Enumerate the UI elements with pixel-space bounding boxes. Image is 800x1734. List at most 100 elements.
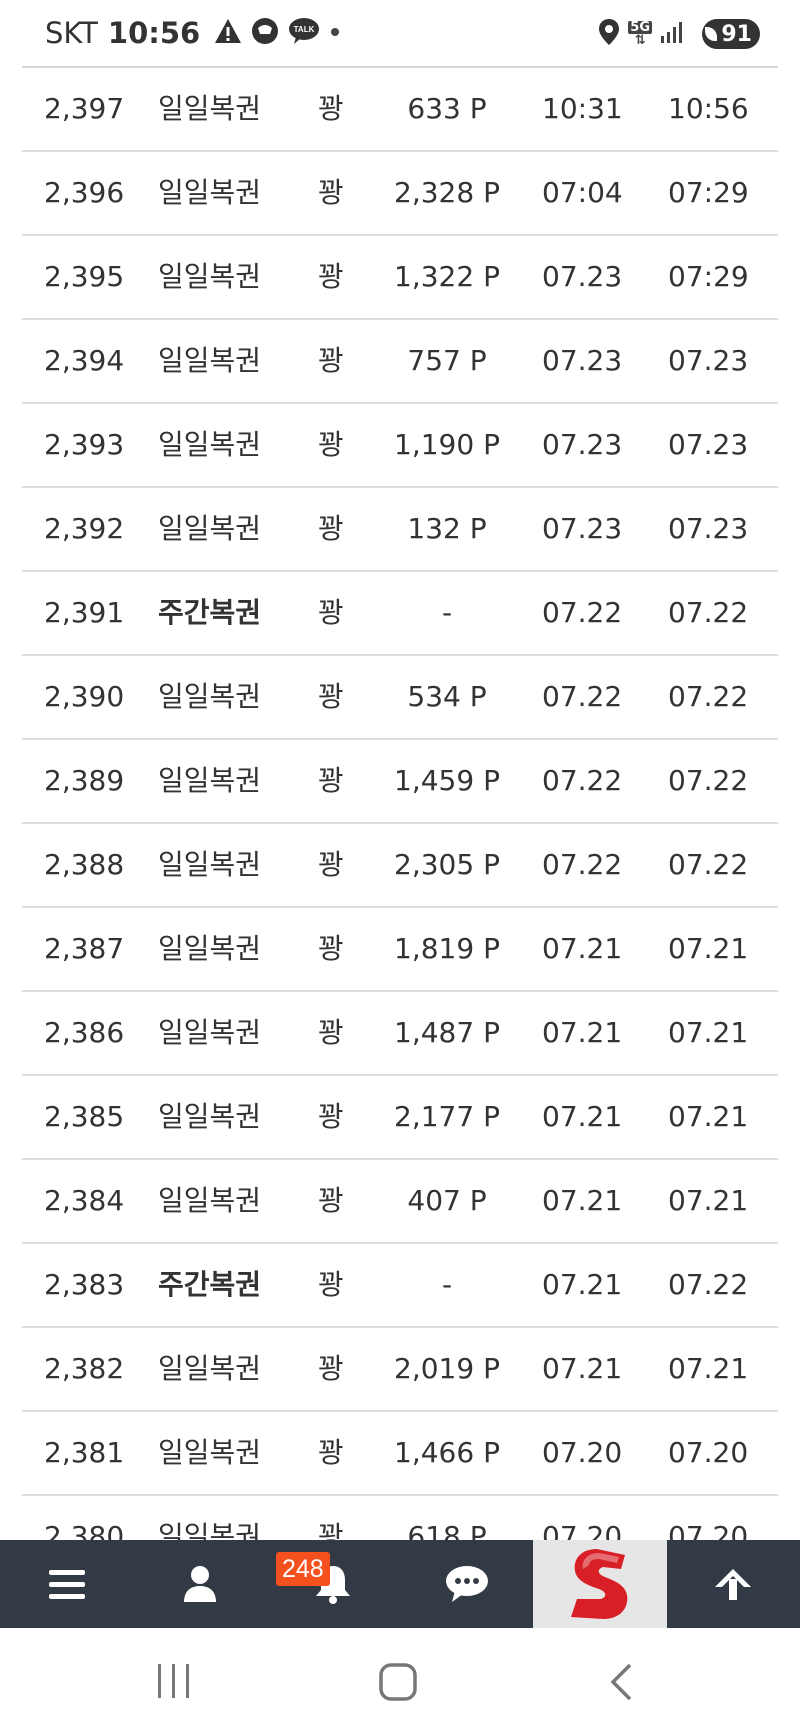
entry-points: 633 P	[407, 92, 487, 125]
clock: 10:56	[107, 16, 201, 50]
list-item[interactable]: 2,394 일일복권 꽝 757 P 07.23 07.23	[22, 320, 778, 404]
site-logo-button[interactable]	[533, 1540, 667, 1628]
entry-end-date: 07.23	[668, 512, 749, 545]
scroll-top-button[interactable]	[667, 1540, 800, 1628]
entry-start-date: 07.23	[542, 428, 623, 461]
list-item[interactable]: 2,384 일일복권 꽝 407 P 07.21 07.21	[22, 1160, 778, 1244]
user-icon	[183, 1566, 216, 1602]
battery-indicator: 91	[702, 19, 760, 49]
entry-number: 2,387	[44, 932, 125, 965]
lottery-result: 꽝	[318, 1184, 344, 1217]
entry-points: 1,466 P	[394, 1436, 500, 1469]
list-item[interactable]: 2,389 일일복권 꽝 1,459 P 07.22 07.22	[22, 740, 778, 824]
back-button[interactable]	[608, 1662, 634, 1706]
menu-button[interactable]	[0, 1540, 133, 1628]
profile-button[interactable]	[133, 1540, 266, 1628]
lottery-type: 주간복권	[158, 596, 262, 629]
entry-start-date: 07.21	[542, 1016, 623, 1049]
lottery-result: 꽝	[318, 1352, 344, 1385]
list-item[interactable]: 2,387 일일복권 꽝 1,819 P 07.21 07.21	[22, 908, 778, 992]
lottery-result: 꽝	[318, 1100, 344, 1133]
entry-end-date: 07.21	[668, 1184, 749, 1217]
lottery-type: 일일복권	[158, 428, 262, 461]
list-item[interactable]: 2,395 일일복권 꽝 1,322 P 07.23 07:29	[22, 236, 778, 320]
entry-points: -	[441, 1268, 453, 1301]
entry-start-date: 07.20	[542, 1520, 623, 1542]
list-item[interactable]: 2,388 일일복권 꽝 2,305 P 07.22 07.22	[22, 824, 778, 908]
carrier-label: SKT	[45, 16, 98, 50]
list-item[interactable]: 2,391 주간복권 꽝 - 07.22 07.22	[22, 572, 778, 656]
entry-start-date: 07.21	[542, 1100, 623, 1133]
menu-icon	[48, 1570, 85, 1599]
entry-start-date: 07.21	[542, 1352, 623, 1385]
entry-end-date: 07.22	[668, 596, 749, 629]
warning-icon	[214, 18, 242, 48]
entry-number: 2,384	[44, 1184, 125, 1217]
list-item[interactable]: 2,386 일일복권 꽝 1,487 P 07.21 07.21	[22, 992, 778, 1076]
list-item[interactable]: 2,396 일일복권 꽝 2,328 P 07:04 07:29	[22, 152, 778, 236]
entry-end-date: 07.21	[668, 932, 749, 965]
entry-end-date: 07:29	[668, 260, 749, 293]
list-item[interactable]: 2,381 일일복권 꽝 1,466 P 07.20 07.20	[22, 1412, 778, 1496]
entry-number: 2,391	[44, 596, 125, 629]
recents-button[interactable]	[156, 1662, 192, 1704]
list-item[interactable]: 2,380 일일복권 꽝 618 P 07.20 07.20	[22, 1496, 778, 1542]
entry-start-date: 07.22	[542, 764, 623, 797]
lottery-result: 꽝	[318, 932, 344, 965]
list-item[interactable]: 2,397 일일복권 꽝 633 P 10:31 10:56	[22, 68, 778, 152]
entry-end-date: 07.23	[668, 428, 749, 461]
entry-end-date: 07.22	[668, 1268, 749, 1301]
entry-end-date: 07.22	[668, 680, 749, 713]
lottery-history-list: 2,397 일일복권 꽝 633 P 10:31 10:56 2,396 일일복권 꽝 2,328…	[22, 66, 778, 1542]
entry-end-date: 07.21	[668, 1100, 749, 1133]
entry-number: 2,394	[44, 344, 125, 377]
lottery-type: 주간복권	[158, 1268, 262, 1301]
lottery-type: 일일복권	[158, 1436, 262, 1469]
chat-button[interactable]	[400, 1540, 533, 1628]
battery-level: 91	[721, 21, 752, 47]
list-item[interactable]: 2,385 일일복권 꽝 2,177 P 07.21 07.21	[22, 1076, 778, 1160]
entry-end-date: 07.20	[668, 1436, 749, 1469]
site-logo	[570, 1549, 628, 1619]
home-icon	[379, 1663, 417, 1701]
lottery-type: 일일복권	[158, 1184, 262, 1217]
dot-icon	[328, 24, 342, 43]
entry-end-date: 07:29	[668, 176, 749, 209]
arrow-up-icon	[715, 1569, 752, 1600]
chat-icon	[445, 1566, 488, 1602]
entry-points: 1,819 P	[394, 932, 500, 965]
battery-saver-icon	[705, 27, 718, 41]
lottery-result: 꽝	[318, 596, 344, 629]
entry-points: 132 P	[407, 512, 487, 545]
lottery-result: 꽝	[318, 680, 344, 713]
list-item[interactable]: 2,383 주간복권 꽝 - 07.21 07.22	[22, 1244, 778, 1328]
entry-end-date: 07.22	[668, 764, 749, 797]
lottery-type: 일일복권	[158, 344, 262, 377]
entry-start-date: 07.22	[542, 848, 623, 881]
entry-number: 2,380	[44, 1520, 125, 1542]
entry-start-date: 07.22	[542, 596, 623, 629]
list-item[interactable]: 2,392 일일복권 꽝 132 P 07.23 07.23	[22, 488, 778, 572]
entry-points: -	[441, 596, 453, 629]
entry-points: 1,322 P	[394, 260, 500, 293]
entry-end-date: 07.21	[668, 1352, 749, 1385]
entry-start-date: 07.23	[542, 344, 623, 377]
list-item[interactable]: 2,390 일일복권 꽝 534 P 07.22 07.22	[22, 656, 778, 740]
entry-start-date: 07:04	[542, 176, 623, 209]
list-item[interactable]: 2,382 일일복권 꽝 2,019 P 07.21 07.21	[22, 1328, 778, 1412]
home-button[interactable]	[378, 1662, 418, 1706]
lottery-type: 일일복권	[158, 764, 262, 797]
entry-start-date: 07.23	[542, 260, 623, 293]
entry-start-date: 07.22	[542, 680, 623, 713]
entry-points: 1,459 P	[394, 764, 500, 797]
svg-text:TALK: TALK	[294, 25, 315, 34]
lottery-type: 일일복권	[158, 260, 262, 293]
location-icon	[598, 18, 620, 50]
list-item[interactable]: 2,393 일일복권 꽝 1,190 P 07.23 07.23	[22, 404, 778, 488]
lottery-type: 일일복권	[158, 1100, 262, 1133]
entry-number: 2,386	[44, 1016, 125, 1049]
entry-end-date: 07.22	[668, 848, 749, 881]
notification-count-badge: 248	[276, 1552, 330, 1586]
back-icon	[610, 1663, 632, 1701]
lottery-result: 꽝	[318, 1520, 344, 1542]
